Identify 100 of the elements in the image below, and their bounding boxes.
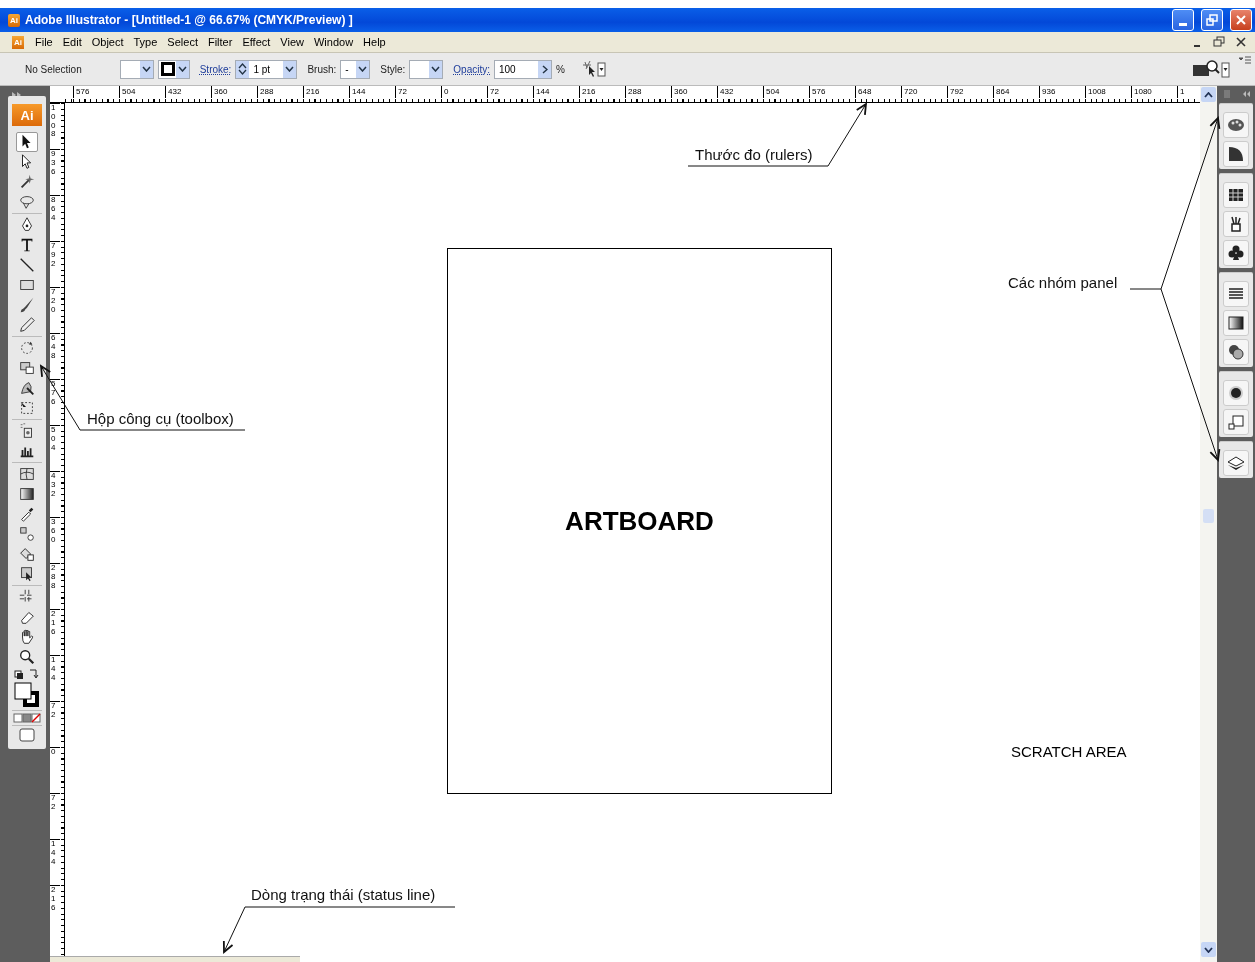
grid-icon[interactable]	[1223, 182, 1249, 208]
ruler-label: 504	[122, 87, 136, 96]
stroke-weight-field[interactable]: 1 pt	[235, 59, 298, 79]
scrollbar-thumb[interactable]	[1203, 509, 1214, 523]
ruler-label: 288	[260, 87, 274, 96]
chevron-right-icon	[541, 64, 548, 74]
ruler-label: 360	[674, 87, 688, 96]
annotation-label: Thước đo (rulers)	[695, 146, 813, 163]
ruler-label: 504	[766, 87, 780, 96]
layers-icon[interactable]	[1223, 450, 1249, 476]
ruler-label: 864	[996, 87, 1010, 96]
brush-pot-icon[interactable]	[1223, 211, 1249, 237]
ruler-label: 792	[50, 242, 59, 269]
stroke-dropdown[interactable]	[157, 59, 190, 79]
color-mode-icon[interactable]	[12, 712, 42, 724]
bridge-search-icon[interactable]	[1192, 59, 1230, 79]
stroke-link[interactable]: Stroke:	[199, 63, 232, 75]
ruler-label: 864	[50, 196, 59, 223]
style-label: Style:	[380, 63, 406, 75]
ruler-label: 72	[50, 702, 59, 720]
overlap-circles-icon[interactable]	[1223, 339, 1249, 365]
chevron-down-icon	[285, 66, 295, 72]
club-icon[interactable]	[1223, 240, 1249, 266]
annotation-label: Hộp công cụ (toolbox)	[87, 410, 234, 427]
arrow-pointer-icon[interactable]	[16, 132, 38, 152]
chevron-down-icon	[177, 66, 187, 72]
minimize-button[interactable]	[1172, 9, 1194, 31]
gradient-icon[interactable]	[1223, 310, 1249, 336]
ruler-label: 1	[1180, 87, 1185, 96]
menu-item[interactable]: Window	[309, 36, 359, 48]
chevron-down-icon	[358, 66, 368, 72]
palette-icon[interactable]	[1223, 112, 1249, 138]
ruler-label: 360	[50, 518, 59, 545]
stroke-swatch-icon	[159, 61, 176, 77]
artboard-label: ARTBOARD	[565, 505, 714, 537]
ruler-label: 144	[50, 840, 59, 867]
ruler-label: 288	[628, 87, 642, 96]
restore-icon[interactable]	[1211, 34, 1227, 50]
isolate-icon[interactable]	[580, 60, 607, 78]
ruler-label: 432	[50, 472, 59, 499]
restore-icon	[1206, 14, 1218, 26]
window-title: Adobe Illustrator - [Untitled-1 @ 66.67% (CMYK/Preview) ]	[25, 13, 354, 27]
menu-item[interactable]: Object	[86, 36, 129, 48]
chevron-down-icon	[1204, 946, 1213, 953]
selection-label: No Selection	[25, 63, 82, 75]
ruler-label: 720	[904, 87, 918, 96]
menu-item[interactable]: Select	[162, 36, 203, 48]
brush-dropdown[interactable]: -	[340, 59, 371, 79]
ruler-label: 720	[50, 288, 59, 315]
ruler-label: 1008	[1088, 87, 1106, 96]
close-icon	[1235, 14, 1247, 26]
menu-item[interactable]: View	[275, 36, 309, 48]
ruler-label: 216	[50, 610, 59, 637]
ruler-label: 936	[50, 150, 59, 177]
ruler-label: 1080	[1134, 87, 1152, 96]
ruler-label: 0	[444, 87, 449, 96]
ruler-label: 432	[168, 87, 182, 96]
menu-item[interactable]: Filter	[202, 36, 238, 48]
opacity-field[interactable]: 100	[494, 59, 552, 79]
percent-label: %	[556, 63, 565, 75]
annotation-label: Dòng trạng thái (status line)	[251, 886, 436, 903]
minimize-icon	[1179, 22, 1187, 26]
ruler-label: 360	[214, 87, 228, 96]
ruler-label: 936	[1042, 87, 1056, 96]
ruler-label: 216	[582, 87, 596, 96]
chevron-up-icon	[1204, 91, 1213, 98]
ruler-label: 72	[398, 87, 407, 96]
lines-icon[interactable]	[1223, 281, 1249, 307]
brush-label: Brush:	[307, 63, 337, 75]
app-icon: Ai	[8, 13, 20, 27]
app-logo: Ai	[12, 104, 42, 126]
menu-item[interactable]: Type	[128, 36, 163, 48]
menu-item[interactable]: Edit	[57, 36, 87, 48]
menu-item[interactable]: Help	[358, 36, 391, 48]
style-dropdown[interactable]	[409, 59, 444, 79]
ruler-label: 576	[50, 380, 59, 407]
restore-button[interactable]	[1201, 9, 1223, 31]
ruler-label: 792	[950, 87, 964, 96]
close-button[interactable]	[1230, 9, 1252, 31]
fill-stroke-icon[interactable]	[12, 681, 42, 709]
ruler-label: 648	[50, 334, 59, 361]
ruler-label: 648	[858, 87, 872, 96]
ruler-label: 216	[50, 886, 59, 913]
scratch-area-label: SCRATCH AREA	[1011, 743, 1127, 760]
ruler-label: 144	[536, 87, 550, 96]
ruler-label: 432	[720, 87, 734, 96]
ruler-label: 216	[306, 87, 320, 96]
ruler-label: 72	[490, 87, 499, 96]
chevron-down-icon	[431, 66, 441, 72]
ruler-label: 0	[50, 748, 59, 757]
vertical-scrollbar[interactable]	[1200, 86, 1217, 962]
ruler-label: 144	[50, 656, 59, 683]
ruler-label: 144	[352, 87, 366, 96]
menu-item[interactable]: Effect	[237, 36, 276, 48]
ruler-label: 288	[50, 564, 59, 591]
ruler-label: 576	[812, 87, 826, 96]
menu-item[interactable]: File	[30, 36, 58, 48]
stepper-icon	[238, 63, 248, 75]
opacity-link[interactable]: Opacity:	[453, 63, 490, 75]
ruler-label: 72	[50, 794, 59, 812]
